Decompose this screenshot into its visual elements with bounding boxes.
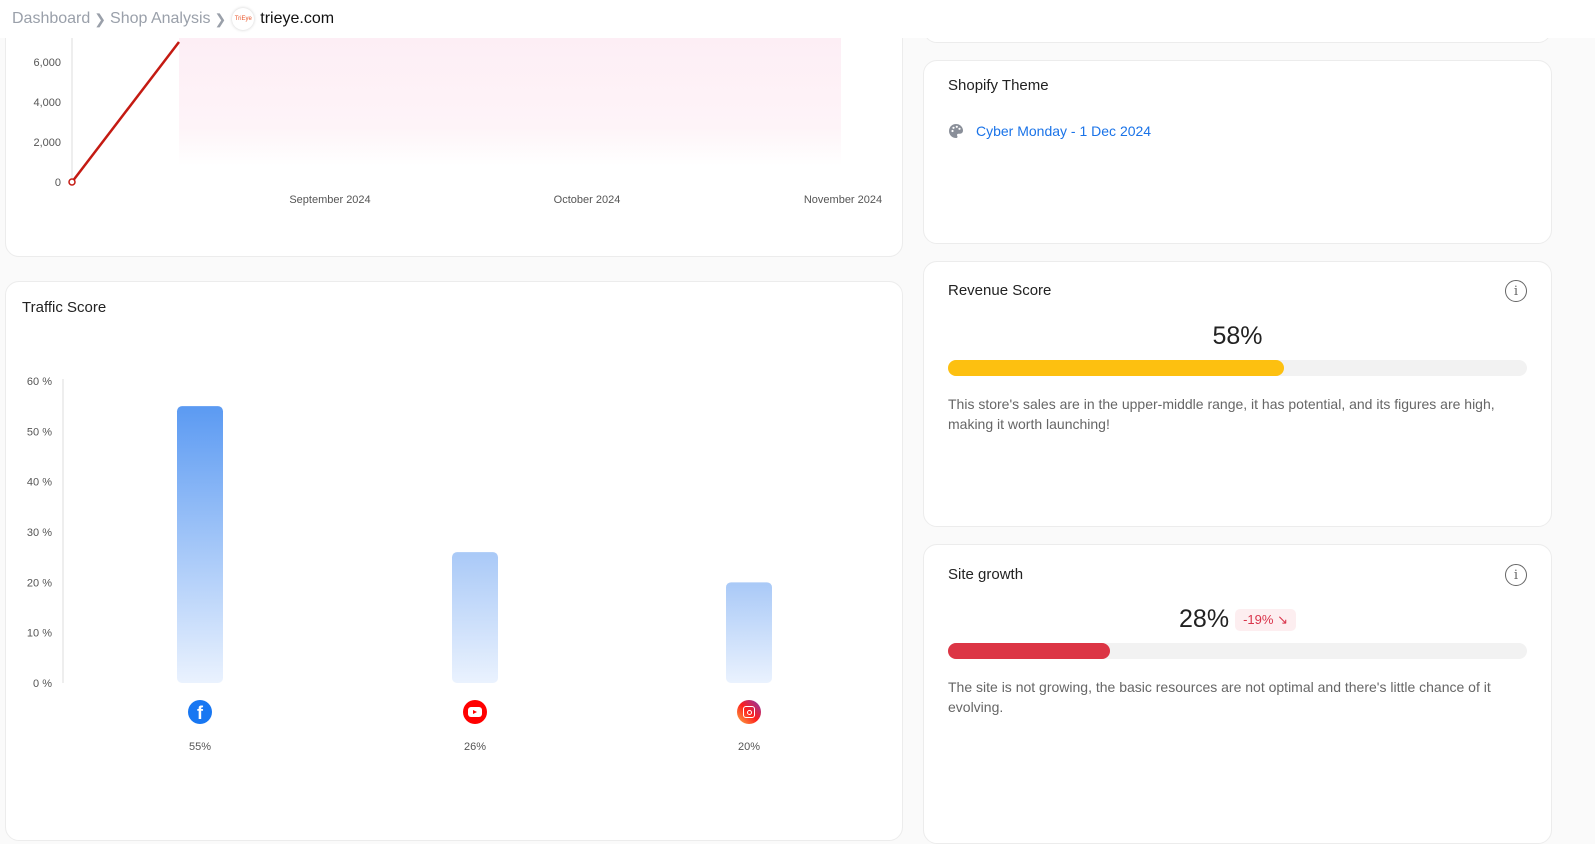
chevron-right-icon: ❯	[94, 10, 107, 27]
sales-series-line	[71, 41, 180, 183]
y-tick-label: 0 %	[33, 678, 52, 690]
site-growth-value: 28%	[1179, 605, 1230, 633]
site-growth-card: Site growth i 28% -19% ↘ The site is not …	[923, 544, 1552, 844]
shopify-theme-card: Shopify Theme Cyber Monday - 1 Dec 2024	[923, 60, 1552, 244]
breadcrumb-dashboard[interactable]: Dashboard	[12, 10, 90, 28]
breadcrumb: Dashboard ❯ Shop Analysis ❯ TriEye triey…	[0, 0, 1595, 38]
y-tick-label: 60 %	[27, 376, 52, 388]
revenue-score-title: Revenue Score	[948, 282, 1052, 299]
breadcrumb-current: trieye.com	[260, 10, 335, 27]
revenue-progress-track	[948, 360, 1527, 376]
y-tick-label: 6,000	[33, 57, 61, 69]
instagram-icon	[737, 700, 761, 724]
growth-description: The site is not growing, the basic resou…	[948, 679, 1491, 715]
x-tick-label: November 2024	[804, 194, 882, 206]
chart-area-fill	[179, 36, 841, 166]
y-tick-label: 10 %	[27, 628, 52, 640]
growth-change-value: -19%	[1243, 612, 1274, 628]
youtube-icon	[463, 700, 487, 724]
growth-progress-fill	[948, 643, 1111, 659]
theme-link[interactable]: Cyber Monday - 1 Dec 2024	[976, 123, 1151, 139]
bar-facebook[interactable]	[177, 406, 223, 683]
x-tick-label: October 2024	[554, 194, 621, 206]
shopify-theme-title: Shopify Theme	[948, 77, 1049, 94]
site-growth-title: Site growth	[948, 566, 1024, 583]
bar-value-label: 20%	[738, 741, 760, 753]
bar-value-label: 26%	[464, 741, 486, 753]
revenue-progress-fill	[948, 360, 1284, 376]
info-icon[interactable]: i	[1505, 564, 1527, 586]
bar-value-label: 55%	[189, 741, 211, 753]
chevron-right-icon: ❯	[214, 10, 227, 27]
y-tick-label: 30 %	[27, 527, 52, 539]
sales-data-point	[68, 178, 76, 186]
growth-progress-track	[948, 643, 1527, 659]
facebook-icon: f	[188, 700, 212, 724]
shop-logo: TriEye	[232, 8, 255, 30]
traffic-score-card: Traffic Score 0 % 10 % 20 % 30 % 40 % 50 % 60 …	[5, 281, 903, 841]
arrow-down-right-icon: ↘	[1277, 612, 1288, 628]
site-growth-value-row: 28% -19% ↘	[924, 605, 1551, 634]
y-tick-label: 50 %	[27, 426, 52, 438]
revenue-score-value: 58%	[1212, 322, 1263, 350]
revenue-description: This store's sales are in the upper-midd…	[948, 396, 1495, 432]
revenue-score-card: Revenue Score i 58% This store's sales a…	[923, 261, 1552, 527]
traffic-bar-chart: 0 % 10 % 20 % 30 % 40 % 50 % 60 % 55% 26% 20%	[27, 376, 772, 753]
y-tick-label: 0	[55, 177, 61, 189]
y-tick-label: 20 %	[27, 577, 52, 589]
y-tick-label: 4,000	[33, 97, 61, 109]
sales-chart-card: 0 2,000 4,000 6,000 September 2024 October 2…	[5, 0, 903, 257]
info-icon[interactable]: i	[1505, 280, 1527, 302]
bar-instagram[interactable]	[726, 582, 772, 683]
sales-line-chart: 0 2,000 4,000 6,000 September 2024 October 2…	[33, 36, 882, 206]
x-tick-label: September 2024	[289, 194, 370, 206]
bar-youtube[interactable]	[452, 552, 498, 683]
palette-icon	[949, 124, 963, 138]
y-tick-label: 40 %	[27, 477, 52, 489]
y-tick-label: 2,000	[33, 137, 61, 149]
breadcrumb-shop-analysis[interactable]: Shop Analysis	[110, 10, 211, 28]
growth-change-badge: -19% ↘	[1235, 609, 1296, 632]
